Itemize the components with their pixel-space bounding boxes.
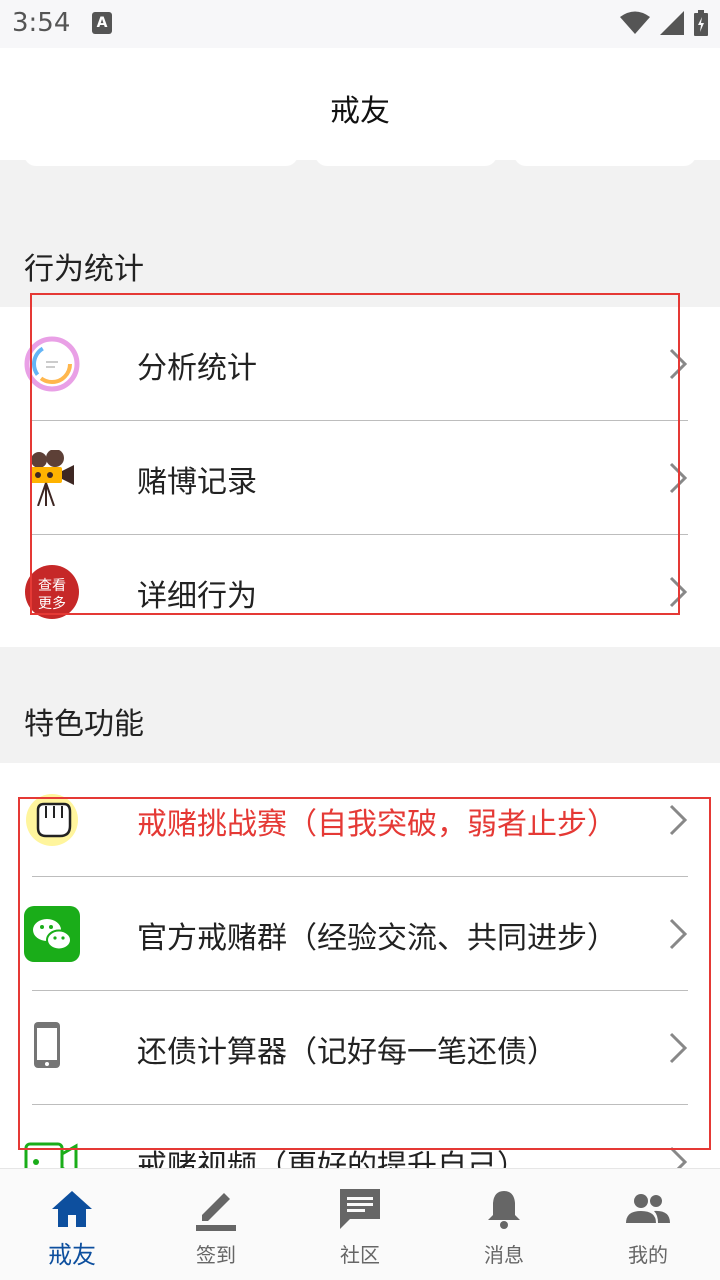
status-icons bbox=[620, 10, 708, 36]
chevron-right-icon bbox=[669, 1032, 688, 1064]
list-item-label: 戒赌挑战赛（自我突破，弱者止步） bbox=[137, 807, 617, 842]
partial-cards bbox=[0, 150, 720, 168]
stamp-text-bottom: 更多 bbox=[38, 595, 66, 612]
nav-label: 社区 bbox=[340, 1243, 380, 1267]
chevron-right-icon bbox=[669, 804, 688, 836]
chevron-right-icon bbox=[669, 1146, 688, 1168]
chevron-right-icon bbox=[669, 576, 688, 608]
list-item-label: 详细行为 bbox=[137, 579, 257, 614]
partial-card[interactable] bbox=[315, 150, 497, 166]
app-bar: 戒友 bbox=[0, 48, 720, 160]
list-item-quit-videos[interactable]: 戒赌视频（更好的提升自己） bbox=[0, 1105, 720, 1168]
nav-tab-checkin[interactable]: 签到 bbox=[144, 1169, 288, 1280]
list-item-detailed-behavior[interactable]: 查看 更多 详细行为 bbox=[0, 535, 720, 647]
list-item-label: 戒赌视频（更好的提升自己） bbox=[137, 1149, 527, 1168]
list-item-label: 分析统计 bbox=[137, 351, 257, 386]
list-item-official-group[interactable]: 官方戒赌群（经验交流、共同进步） bbox=[0, 877, 720, 991]
nav-label: 我的 bbox=[628, 1243, 668, 1267]
bottom-navigation: 戒友 签到 社区 消息 我的 bbox=[0, 1168, 720, 1280]
list-item-label: 还债计算器（记好每一笔还债） bbox=[137, 1035, 557, 1070]
fist-icon bbox=[26, 794, 78, 846]
signal-icon bbox=[660, 11, 684, 35]
list-item-analysis-stats[interactable]: 分析统计 bbox=[0, 307, 720, 421]
behavior-stats-list: 分析统计 赌博记录 查看 更多 详细行为 bbox=[0, 307, 720, 647]
notification-icon: A bbox=[92, 12, 112, 34]
list-item-label: 赌博记录 bbox=[137, 465, 257, 500]
nav-label: 消息 bbox=[484, 1243, 524, 1267]
stamp-text-top: 查看 bbox=[38, 578, 66, 594]
wifi-icon bbox=[620, 11, 650, 34]
film-camera-icon bbox=[30, 450, 74, 506]
video-icon bbox=[24, 1142, 78, 1168]
partial-card[interactable] bbox=[514, 150, 696, 166]
nav-tab-mine[interactable]: 我的 bbox=[576, 1169, 720, 1280]
pen-icon bbox=[196, 1193, 236, 1231]
pie-chart-icon bbox=[24, 336, 80, 392]
people-icon bbox=[626, 1194, 670, 1223]
wechat-icon bbox=[24, 906, 80, 962]
phone-icon bbox=[34, 1022, 60, 1068]
status-bar: 3:54 A bbox=[0, 0, 720, 48]
nav-tab-messages[interactable]: 消息 bbox=[432, 1169, 576, 1280]
list-item-label: 官方戒赌群（经验交流、共同进步） bbox=[137, 921, 617, 956]
chevron-right-icon bbox=[669, 462, 688, 494]
partial-card[interactable] bbox=[24, 150, 298, 166]
status-time: 3:54 bbox=[12, 8, 71, 38]
nav-label: 签到 bbox=[196, 1243, 236, 1267]
bell-icon bbox=[488, 1191, 520, 1229]
nav-label: 戒友 bbox=[48, 1241, 96, 1269]
section-title-behavior-stats: 行为统计 bbox=[24, 252, 144, 287]
list-item-gambling-records[interactable]: 赌博记录 bbox=[0, 421, 720, 535]
battery-icon bbox=[694, 10, 708, 36]
chat-icon bbox=[340, 1189, 380, 1229]
list-item-quit-challenge[interactable]: 戒赌挑战赛（自我突破，弱者止步） bbox=[0, 763, 720, 877]
chevron-right-icon bbox=[669, 348, 688, 380]
section-title-special-features: 特色功能 bbox=[24, 707, 144, 742]
nav-tab-community[interactable]: 社区 bbox=[288, 1169, 432, 1280]
home-icon bbox=[52, 1191, 92, 1227]
nav-tab-friends[interactable]: 戒友 bbox=[0, 1169, 144, 1280]
list-item-debt-calculator[interactable]: 还债计算器（记好每一笔还债） bbox=[0, 991, 720, 1105]
page-title: 戒友 bbox=[330, 94, 390, 129]
chevron-right-icon bbox=[669, 918, 688, 950]
view-more-stamp-icon: 查看 更多 bbox=[25, 565, 79, 619]
special-features-list: 戒赌挑战赛（自我突破，弱者止步） 官方戒赌群（经验交流、共同进步） 还债计算器（… bbox=[0, 763, 720, 1168]
